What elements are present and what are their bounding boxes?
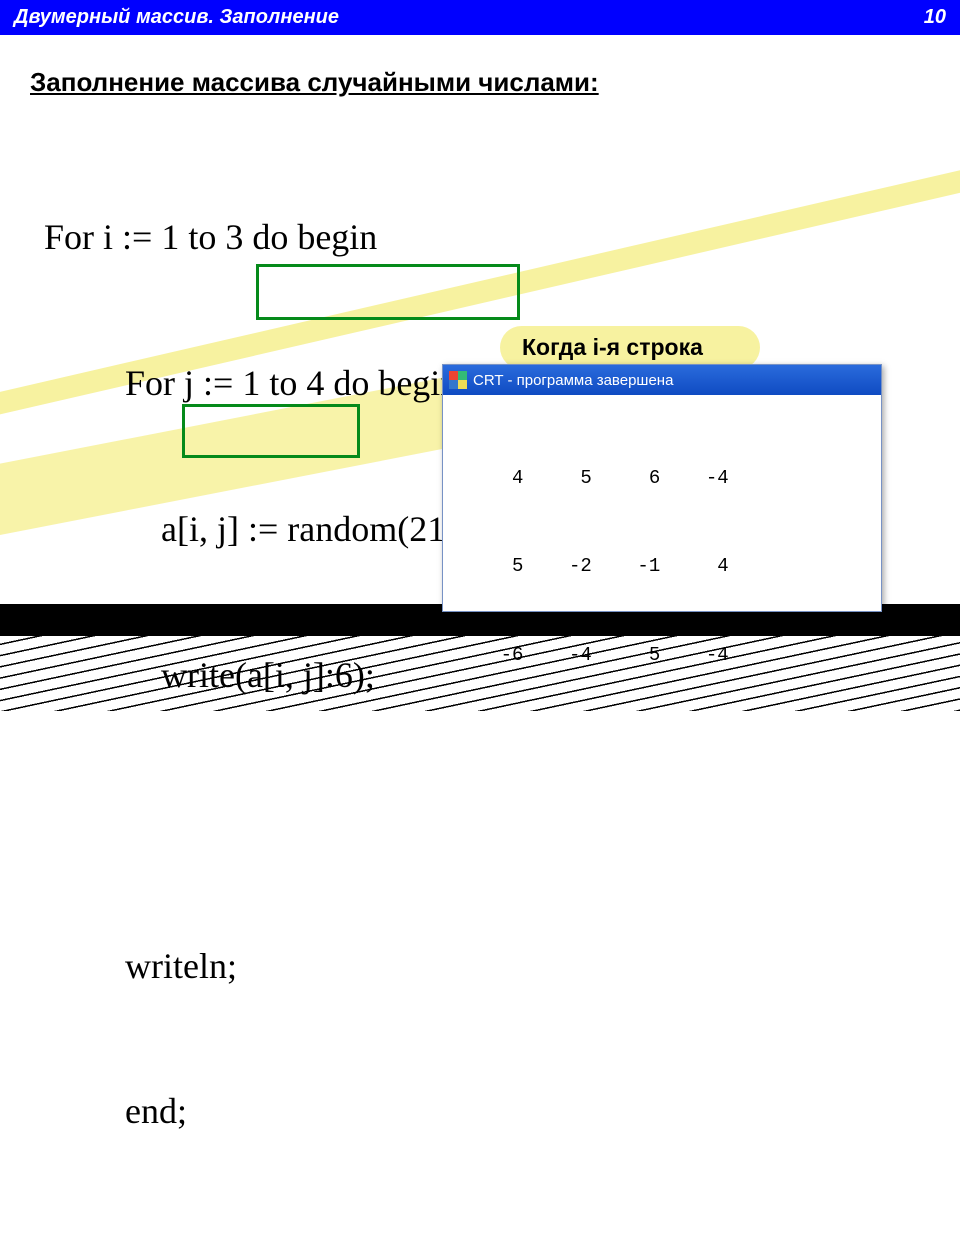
crt-output: 4 5 6 -4 5 -2 -1 4 -6 -4 5 -4 — [443, 395, 881, 739]
code-line: For i := 1 to 3 do begin — [44, 213, 533, 262]
crt-title: CRT - программа завершена — [473, 372, 673, 389]
crt-row: 5 -2 -1 4 — [455, 552, 869, 581]
crt-titlebar: CRT - программа завершена — [443, 365, 881, 395]
highlight-box-write — [256, 264, 520, 320]
annotation-callout: Когда i-я строка — [500, 326, 760, 369]
highlight-box-writeln — [182, 404, 360, 458]
slide-header: Двумерный массив. Заполнение 10 — [0, 0, 960, 35]
crt-window: CRT - программа завершена 4 5 6 -4 5 -2 … — [442, 364, 882, 612]
section-heading: Заполнение массива случайными числами: — [30, 67, 930, 98]
crt-row: 4 5 6 -4 — [455, 464, 869, 493]
code-line: end; — [44, 1087, 533, 1136]
slide-title: Двумерный массив. Заполнение — [14, 6, 339, 29]
app-icon — [449, 371, 467, 389]
code-line: writeln; — [44, 942, 533, 991]
crt-row: -6 -4 5 -4 — [455, 641, 869, 670]
slide-body: For i := 1 to 3 do begin For j := 1 to 4… — [0, 116, 960, 676]
slide-number: 10 — [924, 6, 946, 29]
